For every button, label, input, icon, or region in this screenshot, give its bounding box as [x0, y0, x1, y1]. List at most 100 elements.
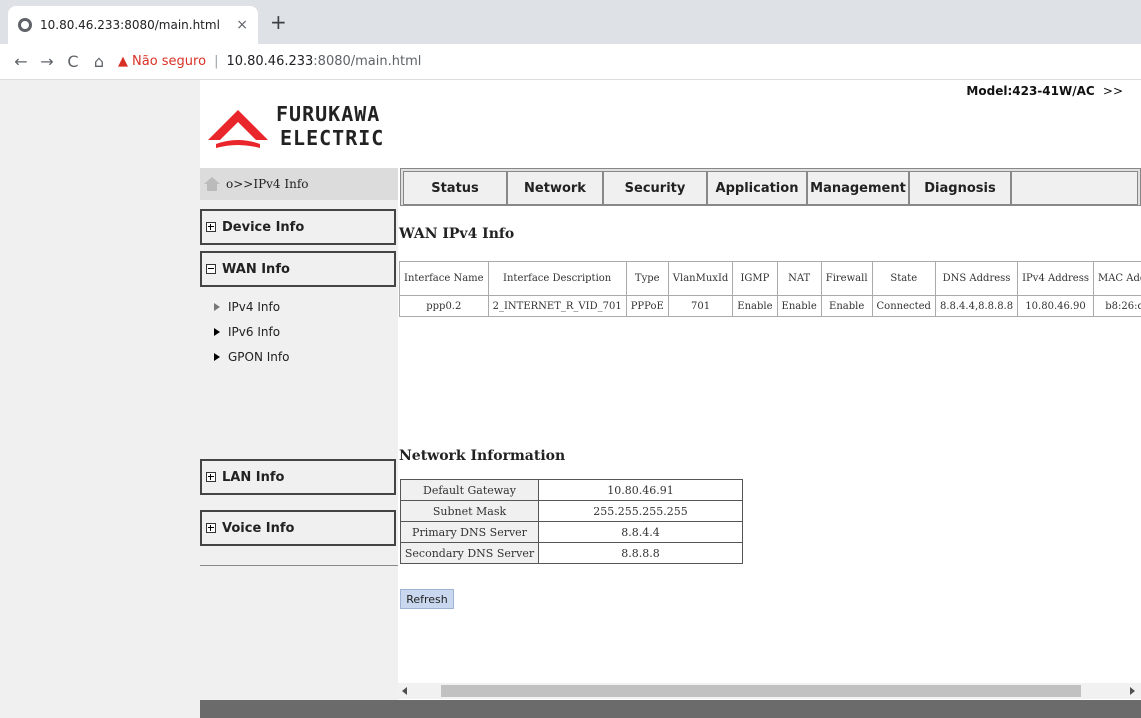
row-label: Secondary DNS Server — [400, 542, 539, 564]
table-cell: ppp0.2 — [399, 295, 489, 317]
furukawa-logo-icon — [208, 110, 268, 148]
column-header: DNS Address — [934, 261, 1019, 296]
submenu-ipv6-info[interactable]: IPv6 Info — [214, 325, 280, 339]
submenu-label: GPON Info — [228, 350, 290, 364]
row-label: Default Gateway — [400, 479, 539, 501]
table-cell: 2_INTERNET_R_VID_701 — [487, 295, 627, 317]
browser-tabbar: 10.80.46.233:8080/main.html × + — [0, 0, 1141, 44]
triangle-right-icon — [214, 353, 220, 361]
sidebar-item-label: Device Info — [222, 219, 305, 235]
expand-icon — [206, 472, 216, 482]
network-info-table: Default Gateway 10.80.46.91 Subnet Mask … — [400, 479, 743, 564]
sidebar-item-device-info[interactable]: Device Info — [200, 209, 396, 245]
column-header: Type — [625, 261, 669, 296]
main-content: WAN IPv4 Info Interface Name Interface D… — [398, 208, 1141, 684]
column-header: VlanMuxId — [667, 261, 734, 296]
tab-network[interactable]: Network — [507, 171, 603, 205]
sidebar-item-voice-info[interactable]: Voice Info — [200, 510, 396, 546]
breadcrumb: o>>IPv4 Info — [200, 168, 398, 200]
table-cell: b8:26:d4:3 — [1092, 295, 1141, 317]
row-label: Primary DNS Server — [400, 521, 539, 543]
scroll-right-icon[interactable] — [1130, 687, 1135, 695]
reload-button[interactable]: C — [60, 52, 86, 71]
back-button[interactable]: ← — [8, 52, 34, 71]
table-cell: PPPoE — [625, 295, 669, 317]
sidebar-item-label: WAN Info — [222, 261, 290, 277]
sidebar-item-label: Voice Info — [222, 520, 295, 536]
network-section-title: Network Information — [399, 448, 566, 464]
sidebar-item-lan-info[interactable]: LAN Info — [200, 459, 396, 495]
column-header: Interface Description — [487, 261, 627, 296]
home-button[interactable]: ⌂ — [86, 52, 112, 71]
table-cell: Enable — [732, 295, 778, 317]
column-header: Interface Name — [399, 261, 489, 296]
tab-diagnosis[interactable]: Diagnosis — [909, 171, 1011, 205]
address-bar[interactable]: ▲ Não seguro | 10.80.46.233 :8080/main.h… — [118, 54, 421, 69]
url-separator: | — [214, 54, 219, 69]
wan-table: Interface Name Interface Description Typ… — [399, 261, 1141, 317]
model-label: Model:423-41W/AC >> — [966, 84, 1123, 98]
model-text: Model:423-41W/AC — [966, 84, 1095, 98]
row-value: 255.255.255.255 — [538, 500, 743, 522]
column-header: IGMP — [732, 261, 778, 296]
collapse-icon — [206, 264, 216, 274]
row-value: 10.80.46.91 — [538, 479, 743, 501]
wan-section-title: WAN IPv4 Info — [399, 226, 515, 242]
sidebar-item-wan-info[interactable]: WAN Info — [200, 251, 396, 287]
globe-icon — [18, 18, 32, 32]
header: FURUKAWA ELECTRIC Model:423-41W/AC >> — [200, 80, 1141, 170]
logo-text-line1: FURUKAWA — [276, 102, 381, 126]
table-row: Subnet Mask 255.255.255.255 — [400, 500, 743, 522]
forward-button[interactable]: → — [34, 52, 60, 71]
url-path: :8080/main.html — [313, 54, 422, 69]
triangle-right-icon — [214, 328, 220, 336]
table-cell: Connected — [871, 295, 936, 317]
scroll-left-icon[interactable] — [402, 687, 407, 695]
new-tab-button[interactable]: + — [270, 10, 287, 34]
refresh-button[interactable]: Refresh — [400, 589, 454, 609]
table-cell: 8.8.4.4,8.8.8.8 — [934, 295, 1019, 317]
table-header-row: Interface Name Interface Description Typ… — [399, 261, 1141, 296]
table-row: Secondary DNS Server 8.8.8.8 — [400, 542, 743, 564]
row-value: 8.8.8.8 — [538, 542, 743, 564]
scrollbar-thumb[interactable] — [441, 685, 1081, 697]
tab-title: 10.80.46.233:8080/main.html — [40, 18, 220, 32]
url-host: 10.80.46.233 — [226, 54, 314, 69]
tab-management[interactable]: Management — [807, 171, 909, 205]
browser-toolbar: ← → C ⌂ ▲ Não seguro | 10.80.46.233 :808… — [0, 44, 1141, 80]
table-row: Default Gateway 10.80.46.91 — [400, 479, 743, 501]
footer-bar — [200, 700, 1141, 718]
submenu-label: IPv6 Info — [228, 325, 281, 339]
expand-icon — [206, 222, 216, 232]
left-margin — [0, 80, 200, 718]
row-label: Subnet Mask — [400, 500, 539, 522]
logo-text-line2: ELECTRIC — [280, 126, 385, 150]
submenu-gpon-info[interactable]: GPON Info — [214, 350, 289, 364]
expand-icon — [206, 523, 216, 533]
top-navigation: Status Network Security Application Mana… — [400, 168, 1141, 206]
tab-status[interactable]: Status — [403, 171, 507, 205]
browser-tab[interactable]: 10.80.46.233:8080/main.html × — [8, 6, 258, 44]
table-row: ppp0.2 2_INTERNET_R_VID_701 PPPoE 701 En… — [399, 295, 1141, 317]
submenu-label: IPv4 Info — [228, 300, 281, 314]
home-icon — [204, 177, 220, 191]
model-arrows[interactable]: >> — [1103, 84, 1123, 98]
table-cell: 701 — [667, 295, 734, 317]
table-cell: 10.80.46.90 — [1017, 295, 1094, 317]
tab-application[interactable]: Application — [707, 171, 807, 205]
column-header: NAT — [776, 261, 822, 296]
tab-security[interactable]: Security — [603, 171, 707, 205]
row-value: 8.8.4.4 — [538, 521, 743, 543]
tab-empty[interactable] — [1011, 171, 1138, 205]
submenu-ipv4-info[interactable]: IPv4 Info — [214, 300, 280, 314]
column-header: MAC Address — [1092, 261, 1141, 296]
sidebar-item-label: LAN Info — [222, 469, 285, 485]
close-tab-icon[interactable]: × — [236, 17, 248, 33]
column-header: State — [871, 261, 936, 296]
column-header: IPv4 Address — [1017, 261, 1094, 296]
horizontal-scrollbar[interactable] — [398, 683, 1141, 699]
sidebar: o>>IPv4 Info Device Info WAN Info IPv4 I… — [200, 168, 398, 718]
page: FURUKAWA ELECTRIC Model:423-41W/AC >> o>… — [0, 80, 1141, 718]
table-cell: Enable — [820, 295, 873, 317]
sidebar-divider — [200, 565, 398, 566]
